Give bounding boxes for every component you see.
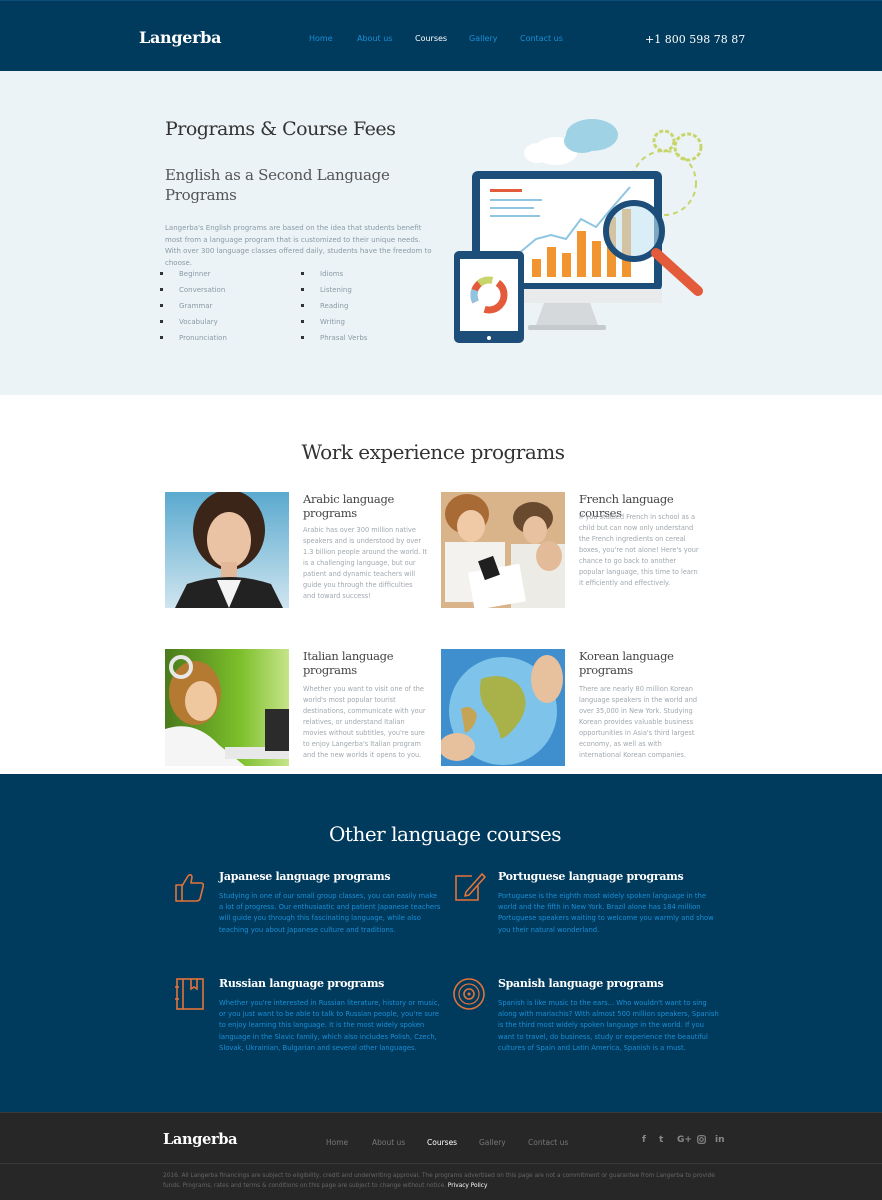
program-list-right: Idioms Listening Reading Writing Phrasal… bbox=[301, 269, 367, 349]
card-text: Arabic has over 300 million native speak… bbox=[303, 526, 427, 600]
phone-number[interactable]: +1 800 598 78 87 bbox=[645, 33, 745, 46]
nav-gallery[interactable]: Gallery bbox=[469, 34, 498, 43]
analytics-illustration bbox=[454, 119, 703, 343]
card-text: There are nearly 80 million Korean langu… bbox=[579, 685, 698, 759]
course-russian: Russian language programs Whether you're… bbox=[173, 977, 443, 1077]
google-plus-icon[interactable]: G+ bbox=[677, 1135, 692, 1145]
list-item: Writing bbox=[301, 317, 367, 333]
program-list-left: Beginner Conversation Grammar Vocabulary… bbox=[160, 269, 227, 349]
site-logo[interactable]: Langerba bbox=[139, 28, 222, 47]
list-item: Phrasal Verbs bbox=[301, 333, 367, 349]
privacy-policy-link[interactable]: Privacy Policy bbox=[448, 1183, 488, 1189]
program-card-arabic: Arabic language programs Arabic has over… bbox=[165, 492, 445, 612]
hero-section: Programs & Course Fees English as a Seco… bbox=[0, 71, 882, 395]
facebook-icon[interactable]: f bbox=[642, 1135, 646, 1145]
card-title: Arabic language programs bbox=[303, 492, 395, 520]
card-title: Italian language programs bbox=[303, 649, 394, 677]
card-text: If you studied French in school as a chi… bbox=[579, 513, 699, 587]
course-title: Portuguese language programs bbox=[498, 870, 684, 883]
course-title: Japanese language programs bbox=[219, 870, 391, 883]
course-text: Spanish is like music to the ears... Who… bbox=[498, 999, 719, 1052]
arabic-photo bbox=[165, 492, 289, 608]
list-item: Grammar bbox=[160, 301, 227, 317]
nav-home[interactable]: Home bbox=[309, 34, 333, 43]
list-item: Idioms bbox=[301, 269, 367, 285]
footer-nav-home[interactable]: Home bbox=[326, 1138, 348, 1147]
nav-courses[interactable]: Courses bbox=[415, 34, 447, 43]
course-title: Spanish language programs bbox=[498, 977, 664, 990]
card-text: Whether you want to visit one of the wor… bbox=[303, 685, 426, 759]
card-title: Korean language programs bbox=[579, 649, 674, 677]
korean-photo bbox=[441, 649, 565, 766]
footer-divider bbox=[0, 1163, 882, 1164]
nav-contact-us[interactable]: Contact us bbox=[520, 34, 563, 43]
instagram-icon[interactable] bbox=[697, 1135, 706, 1147]
course-text: Portuguese is the eighth most widely spo… bbox=[498, 892, 714, 934]
footer-nav-courses[interactable]: Courses bbox=[427, 1138, 457, 1147]
program-card-korean: Korean language programs There are nearl… bbox=[441, 649, 721, 774]
vinyl-record-icon bbox=[453, 978, 485, 1010]
footer-nav-gallery[interactable]: Gallery bbox=[479, 1138, 506, 1147]
thumbs-up-icon bbox=[175, 873, 205, 902]
nav-about-us[interactable]: About us bbox=[357, 34, 392, 43]
other-courses-section: Other language courses Japanese language… bbox=[0, 774, 882, 1112]
twitter-icon[interactable]: t bbox=[659, 1135, 663, 1145]
hero-description: Langerba's English programs are based on… bbox=[165, 224, 432, 267]
list-item: Pronunciation bbox=[160, 333, 227, 349]
linkedin-icon[interactable]: in bbox=[715, 1135, 725, 1145]
page-title: Programs & Course Fees bbox=[165, 118, 396, 140]
site-header: Langerba Home About us Courses Gallery C… bbox=[0, 0, 882, 71]
course-title: Russian language programs bbox=[219, 977, 385, 990]
list-item: Conversation bbox=[160, 285, 227, 301]
italian-photo bbox=[165, 649, 289, 766]
pencil-note-icon bbox=[455, 873, 486, 901]
course-text: Studying in one of our small group class… bbox=[219, 892, 441, 934]
french-photo bbox=[441, 492, 565, 608]
work-section-title: Work experience programs bbox=[301, 440, 565, 464]
legal-text: 2016. All Langerba financings are subjec… bbox=[163, 1171, 723, 1191]
course-spanish: Spanish language programs Spanish is lik… bbox=[452, 977, 722, 1077]
program-card-french: French language courses If you studied F… bbox=[441, 492, 721, 612]
legal-copy: 2016. All Langerba financings are subjec… bbox=[163, 1173, 715, 1189]
footer-nav-contact-us[interactable]: Contact us bbox=[528, 1138, 568, 1147]
list-item: Listening bbox=[301, 285, 367, 301]
footer-logo[interactable]: Langerba bbox=[163, 1131, 238, 1148]
other-section-title: Other language courses bbox=[329, 822, 561, 846]
footer-nav-about-us[interactable]: About us bbox=[372, 1138, 405, 1147]
list-item: Reading bbox=[301, 301, 367, 317]
hero-subtitle: English as a Second Language Programs bbox=[165, 166, 390, 204]
course-japanese: Japanese language programs Studying in o… bbox=[173, 870, 443, 960]
book-icon bbox=[175, 978, 204, 1010]
course-text: Whether you're interested in Russian lit… bbox=[219, 999, 440, 1052]
course-portuguese: Portuguese language programs Portuguese … bbox=[452, 870, 722, 960]
program-card-italian: Italian language programs Whether you wa… bbox=[165, 649, 445, 774]
list-item: Beginner bbox=[160, 269, 227, 285]
list-item: Vocabulary bbox=[160, 317, 227, 333]
site-footer: Langerba Home About us Courses Gallery C… bbox=[0, 1112, 882, 1200]
